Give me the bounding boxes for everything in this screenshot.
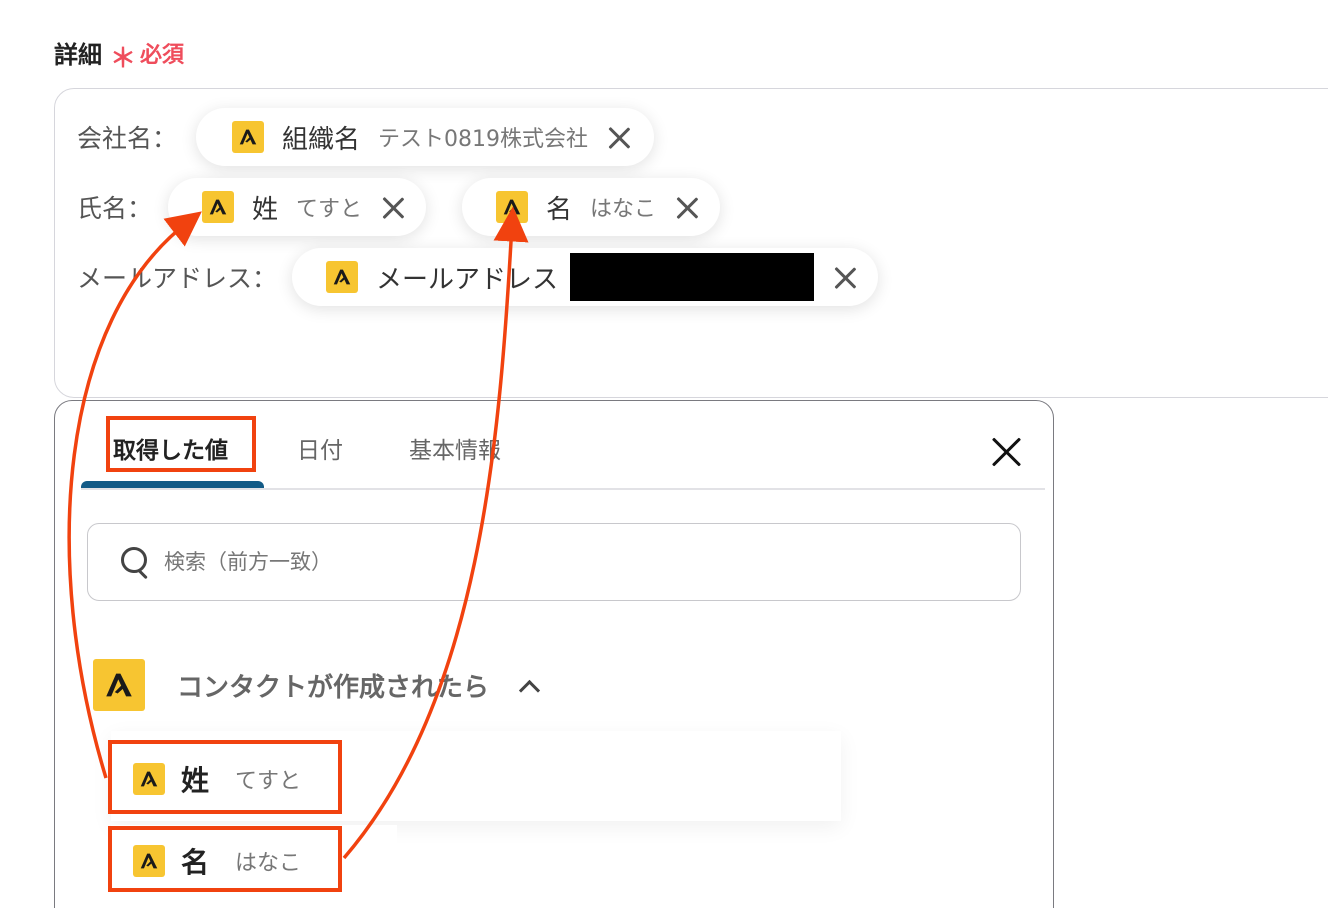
- tab-acquired-values[interactable]: 取得した値: [113, 431, 228, 465]
- redacted-value: [570, 253, 815, 301]
- list-item-name: 姓: [181, 764, 210, 797]
- list-item-first-name[interactable]: 名 はなこ: [111, 825, 397, 897]
- tab-date[interactable]: 日付: [297, 431, 343, 465]
- row-label-company: 会社名：: [77, 124, 178, 153]
- row-label-email: メールアドレス：: [77, 264, 278, 293]
- tab-divider: [81, 488, 1045, 490]
- list-item-value: てすと: [235, 769, 302, 794]
- chip-name: 姓: [252, 194, 279, 225]
- yoom-app-icon: [326, 261, 358, 293]
- chip-value: てすと: [296, 197, 363, 222]
- close-icon[interactable]: [604, 122, 634, 152]
- search-input[interactable]: [162, 549, 986, 575]
- yoom-app-icon: [496, 191, 528, 223]
- yoom-app-icon: [93, 659, 145, 711]
- chip-last-name[interactable]: 姓 てすと: [168, 178, 427, 236]
- chip-name: メールアドレス: [376, 264, 559, 295]
- group-title: コンタクトが作成されたら: [177, 672, 490, 703]
- chip-email[interactable]: メールアドレス: [292, 248, 879, 306]
- list-item-value: はなこ: [235, 851, 302, 876]
- field-label-text: 詳細: [54, 41, 102, 69]
- chip-name: 組織名: [282, 124, 361, 155]
- yoom-app-icon: [232, 121, 264, 153]
- tab-basic-info[interactable]: 基本情報: [409, 431, 501, 465]
- search-icon: [120, 546, 152, 578]
- chip-value: はなこ: [590, 197, 657, 222]
- list-item-name: 名: [181, 846, 210, 879]
- page: 詳細 ＊ 必須 会社名： 氏名： メールアドレス： 組織名 テスト0819株式会…: [0, 0, 1328, 908]
- chip-organization-name[interactable]: 組織名 テスト0819株式会社: [196, 108, 655, 166]
- chip-name: 名: [546, 194, 573, 225]
- chip-value: テスト0819株式会社: [378, 127, 589, 152]
- close-icon[interactable]: [672, 192, 702, 222]
- close-icon[interactable]: [830, 262, 860, 292]
- field-label: 詳細 ＊ 必須: [54, 34, 185, 74]
- close-icon[interactable]: [989, 433, 1025, 469]
- row-label-name: 氏名：: [77, 194, 153, 223]
- variable-picker-panel: 取得した値 日付 基本情報 コンタクトが作成されたら 姓 てすと: [54, 400, 1054, 908]
- list-item-last-name[interactable]: 姓 てすと: [111, 743, 397, 815]
- yoom-app-icon: [133, 845, 165, 877]
- required-text: 必須: [140, 42, 185, 68]
- yoom-app-icon: [133, 763, 165, 795]
- required-star-icon: ＊: [110, 44, 137, 74]
- close-icon[interactable]: [378, 192, 408, 222]
- yoom-app-icon: [202, 191, 234, 223]
- group-header[interactable]: コンタクトが作成されたら: [93, 659, 537, 711]
- search-box[interactable]: [87, 523, 1021, 601]
- chevron-up-icon[interactable]: [519, 680, 537, 698]
- chip-first-name[interactable]: 名 はなこ: [462, 178, 721, 236]
